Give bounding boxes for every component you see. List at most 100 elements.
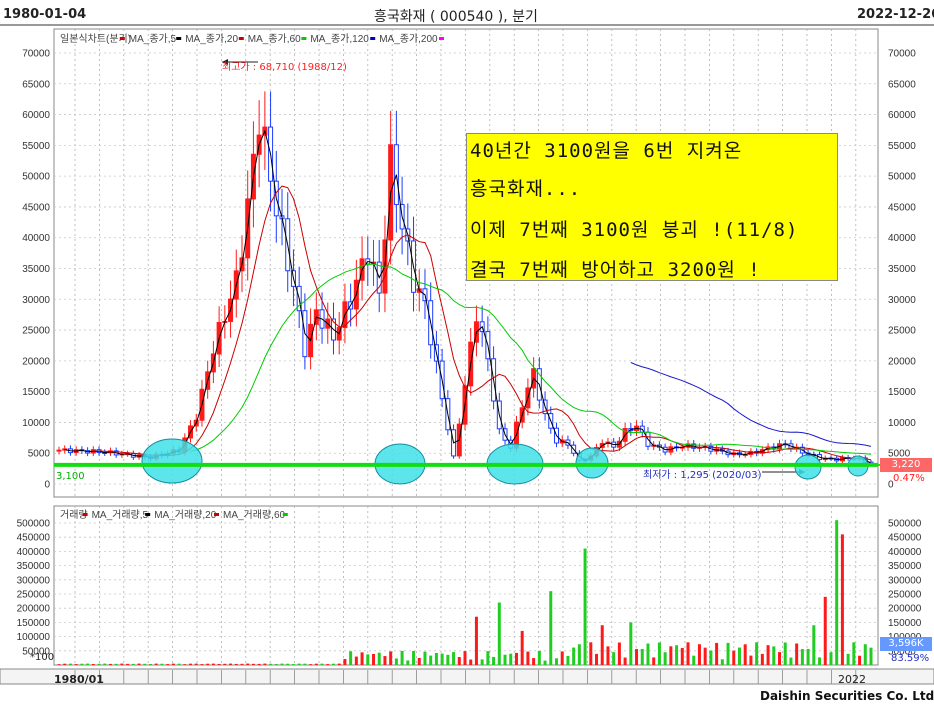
price-tick-right: 30000: [888, 295, 916, 306]
volume-bar: [823, 596, 827, 665]
volume-bar: [818, 657, 822, 665]
volume-bar: [469, 659, 473, 665]
volume-bar: [572, 647, 576, 665]
volume-bar: [635, 649, 639, 665]
volume-unit: *100: [30, 652, 55, 663]
volume-bar: [274, 663, 278, 665]
volume-tick-left: 150000: [17, 618, 51, 629]
volume-bar: [749, 655, 753, 665]
price-tick-left: 35000: [22, 264, 50, 275]
support-level-label: 3,100: [56, 471, 85, 482]
volume-bar: [800, 649, 804, 665]
volume-bar: [429, 655, 433, 665]
volume-bar: [732, 650, 736, 665]
volume-bar: [114, 663, 118, 665]
volume-bar: [103, 663, 107, 665]
volume-bar: [457, 657, 461, 665]
volume-bar: [394, 658, 398, 665]
x-axis-strip: [0, 668, 934, 685]
volume-legend-item: MA_거래량,5: [92, 509, 149, 521]
volume-bar: [663, 652, 667, 665]
volume-bar: [812, 625, 816, 665]
volume-bar: [223, 663, 227, 665]
volume-tick-right: 500000: [888, 519, 922, 530]
volume-bar: [74, 664, 78, 665]
volume-bar: [766, 645, 770, 665]
volume-bar: [126, 663, 130, 665]
volume-bar: [772, 646, 776, 665]
volume-bar: [417, 657, 421, 665]
volume-bar: [474, 616, 478, 665]
price-tick-left: 20000: [22, 356, 50, 367]
volume-bar: [869, 647, 873, 665]
x-start-label: 1980/01: [54, 673, 104, 686]
volume-bar: [675, 645, 679, 665]
volume-bar: [120, 663, 124, 665]
volume-tick-left: 200000: [17, 604, 51, 615]
volume-tick-left: 500000: [17, 519, 51, 530]
volume-tick-left: 350000: [17, 561, 51, 572]
volume-bar: [680, 647, 684, 665]
volume-bar: [291, 664, 295, 665]
price-tick-left: 10000: [22, 418, 50, 429]
chart-window: 70000 70000 65000 65000 60000 60000 55000 55000…: [0, 0, 934, 709]
support-circle: [794, 454, 822, 480]
volume-bar: [400, 650, 404, 665]
volume-bar: [154, 663, 158, 665]
volume-bar: [486, 651, 490, 665]
volume-bar: [549, 591, 553, 665]
volume-bar: [543, 660, 547, 665]
price-legend-item: MA_종가,120: [310, 33, 369, 45]
volume-bar: [737, 647, 741, 665]
price-tick-right: 60000: [888, 110, 916, 121]
volume-bar: [554, 658, 558, 665]
volume-bar: [423, 651, 427, 665]
volume-bar: [314, 663, 318, 665]
candle-body: [56, 449, 62, 452]
volume-bar: [629, 622, 633, 665]
volume-bar: [251, 663, 255, 665]
volume-bar: [852, 642, 856, 665]
volume-bar: [577, 644, 581, 665]
volume-bar: [715, 642, 719, 665]
volume-bar: [389, 651, 393, 665]
volume-legend-item: MA_거래량,60: [223, 509, 286, 521]
volume-bar: [309, 664, 313, 665]
volume-bar: [194, 663, 198, 665]
price-tick-right: 25000: [888, 326, 916, 337]
price-tick-right: 40000: [888, 233, 916, 244]
volume-tick-right: 450000: [888, 533, 922, 544]
price-tick-left: 15000: [22, 387, 50, 398]
volume-bar: [760, 653, 764, 665]
price-legend-swatch: [119, 37, 125, 40]
volume-bar: [108, 663, 112, 665]
volume-bar: [846, 653, 850, 665]
volume-bar: [840, 534, 844, 665]
end-date: 2022-12-26: [857, 7, 934, 22]
volume-bar: [560, 651, 564, 665]
volume-bar: [349, 651, 353, 665]
volume-bar: [537, 650, 541, 665]
price-tick-left: 55000: [22, 141, 50, 152]
volume-bar: [606, 646, 610, 665]
x-end-label: 2022: [838, 673, 866, 686]
volume-bar: [160, 663, 164, 665]
volume-bar: [166, 664, 170, 665]
volume-bar: [326, 664, 330, 665]
annotation-line-2: 흥국화재...: [470, 178, 582, 200]
volume-tick-right: 300000: [888, 575, 922, 586]
volume-bar: [412, 650, 416, 665]
annotation-line-4: 결국 7번째 방어하고 3200원 !: [470, 259, 761, 281]
volume-bar: [177, 663, 181, 665]
volume-bar: [206, 663, 210, 665]
volume-bar: [320, 663, 324, 665]
volume-bar: [778, 652, 782, 665]
volume-bar: [526, 651, 530, 665]
volume-bar: [217, 663, 221, 665]
price-tick-left: 50000: [22, 172, 50, 183]
volume-bar: [743, 644, 747, 665]
volume-bar: [360, 652, 364, 665]
annotation-line-1: 40년간 3100원을 6번 지켜온: [470, 140, 743, 162]
volume-bar: [68, 663, 72, 665]
volume-bar: [406, 660, 410, 665]
